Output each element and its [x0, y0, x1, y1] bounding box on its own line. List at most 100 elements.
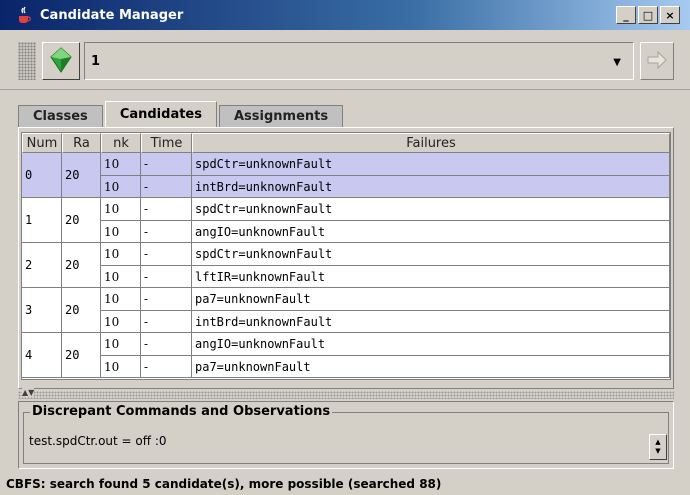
cell-failure: intBrd=unknownFault: [192, 311, 670, 332]
java-cup-icon: [14, 5, 34, 25]
header-num[interactable]: Num: [22, 133, 62, 153]
failure-list: 10- spdCtr=unknownFault 10- intBrd=unknownF…: [101, 153, 670, 197]
cell-num: 4: [22, 333, 62, 377]
cell-failure: spdCtr=unknownFault: [192, 153, 670, 175]
minimize-button[interactable]: _: [616, 6, 636, 24]
failure-row[interactable]: 10- intBrd=unknownFault: [101, 175, 670, 197]
header-time[interactable]: Time: [141, 133, 192, 153]
table-row[interactable]: 3 20 10- pa7=unknownFault 10- intBrd=unknownF…: [22, 288, 670, 333]
cell-time: -: [141, 243, 192, 265]
tab-classes[interactable]: Classes: [18, 105, 103, 127]
failure-list: 10- spdCtr=unknownFault 10- angIO=unknownFa…: [101, 198, 670, 242]
cell-rank: 20: [62, 333, 101, 377]
title-bar[interactable]: Candidate Manager _ □ ×: [0, 0, 690, 30]
discrepant-value[interactable]: test.spdCtr.out = off :0: [29, 434, 167, 448]
next-button[interactable]: [640, 42, 674, 80]
cell-failure: pa7=unknownFault: [192, 356, 670, 377]
discrepant-title: Discrepant Commands and Observations: [30, 404, 333, 419]
cell-failure: angIO=unknownFault: [192, 221, 670, 242]
cell-failure: pa7=unknownFault: [192, 288, 670, 310]
failure-row[interactable]: 10- pa7=unknownFault: [101, 288, 670, 310]
cell-time: -: [141, 176, 192, 197]
failure-row[interactable]: 10- spdCtr=unknownFault: [101, 198, 670, 220]
cell-nk: 10: [101, 288, 141, 310]
spinner-up-icon[interactable]: ▲: [655, 438, 660, 447]
cell-time: -: [141, 198, 192, 220]
cell-num: 0: [22, 153, 62, 197]
tab-assignments[interactable]: Assignments: [219, 105, 344, 127]
failure-row[interactable]: 10- intBrd=unknownFault: [101, 310, 670, 332]
cell-rank: 20: [62, 153, 101, 197]
table-row[interactable]: 0 20 10- spdCtr=unknownFault 10- intBrd=unkno…: [22, 153, 670, 198]
maximize-button[interactable]: □: [638, 6, 658, 24]
cell-time: -: [141, 356, 192, 377]
cell-time: -: [141, 221, 192, 242]
cell-nk: 10: [101, 221, 141, 242]
tab-candidates[interactable]: Candidates: [104, 101, 217, 127]
table-row[interactable]: 2 20 10- spdCtr=unknownFault 10- lftIR=unknow…: [22, 243, 670, 288]
failure-row[interactable]: 10- angIO=unknownFault: [101, 333, 670, 355]
header-rank-part1[interactable]: Ra: [62, 133, 101, 153]
candidates-table: Num Ra nk Time Failures 0 20 10- spdCtr=unk…: [21, 132, 671, 380]
cell-time: -: [141, 333, 192, 355]
failure-list: 10- spdCtr=unknownFault 10- lftIR=unknownFa…: [101, 243, 670, 287]
table-body: 0 20 10- spdCtr=unknownFault 10- intBrd=unkno…: [22, 153, 670, 378]
cell-nk: 10: [101, 243, 141, 265]
failure-list: 10- pa7=unknownFault 10- intBrd=unknownFaul…: [101, 288, 670, 332]
maximize-icon: □: [642, 8, 654, 22]
combo-value: 1: [91, 53, 101, 69]
chevron-down-icon[interactable]: ▼: [613, 57, 621, 68]
close-button[interactable]: ×: [660, 6, 680, 24]
green-gem-icon: [50, 46, 72, 76]
failure-row[interactable]: 10- angIO=unknownFault: [101, 220, 670, 242]
cell-nk: 10: [101, 333, 141, 355]
cell-num: 1: [22, 198, 62, 242]
arrow-right-icon: [646, 49, 668, 74]
header-rank-part2[interactable]: nk: [101, 133, 141, 153]
table-row[interactable]: 1 20 10- spdCtr=unknownFault 10- angIO=unknow…: [22, 198, 670, 243]
split-arrows-icon[interactable]: ▲▼: [22, 388, 35, 397]
cell-time: -: [141, 311, 192, 332]
split-divider[interactable]: ▲▼: [18, 388, 674, 399]
cell-nk: 10: [101, 176, 141, 197]
cell-nk: 10: [101, 311, 141, 332]
window-title: Candidate Manager: [40, 7, 184, 23]
cell-failure: spdCtr=unknownFault: [192, 198, 670, 220]
header-failures[interactable]: Failures: [192, 133, 670, 153]
cell-nk: 10: [101, 266, 141, 287]
cell-failure: spdCtr=unknownFault: [192, 243, 670, 265]
discrepant-panel: Discrepant Commands and Observations tes…: [18, 401, 674, 469]
spinner-down-icon[interactable]: ▼: [655, 447, 660, 456]
table-header: Num Ra nk Time Failures: [22, 133, 670, 153]
cell-failure: intBrd=unknownFault: [192, 176, 670, 197]
cell-rank: 20: [62, 243, 101, 287]
status-bar: CBFS: search found 5 candidate(s), more …: [0, 473, 690, 495]
cell-num: 2: [22, 243, 62, 287]
cell-rank: 20: [62, 288, 101, 332]
cell-time: -: [141, 288, 192, 310]
cell-failure: lftIR=unknownFault: [192, 266, 670, 287]
toolbar: 1 ▼: [0, 30, 690, 90]
cell-time: -: [141, 153, 192, 175]
cell-failure: angIO=unknownFault: [192, 333, 670, 355]
status-text: CBFS: search found 5 candidate(s), more …: [6, 477, 442, 491]
table-row[interactable]: 4 20 10- angIO=unknownFault 10- pa7=unknownFa…: [22, 333, 670, 378]
failure-row[interactable]: 10- spdCtr=unknownFault: [101, 153, 670, 175]
minimize-icon: _: [623, 8, 629, 22]
cell-num: 3: [22, 288, 62, 332]
failure-row[interactable]: 10- pa7=unknownFault: [101, 355, 670, 377]
cell-time: -: [141, 266, 192, 287]
search-button[interactable]: [42, 42, 80, 80]
toolbar-grip[interactable]: [18, 42, 36, 80]
failure-row[interactable]: 10- spdCtr=unknownFault: [101, 243, 670, 265]
failure-list: 10- angIO=unknownFault 10- pa7=unknownFault: [101, 333, 670, 377]
discrepant-spinner[interactable]: ▲ ▼: [649, 434, 667, 460]
close-icon: ×: [665, 8, 675, 22]
candidates-panel: Num Ra nk Time Failures 0 20 10- spdCtr=unk…: [18, 127, 674, 389]
candidate-combo[interactable]: 1 ▼: [84, 42, 634, 80]
cell-nk: 10: [101, 356, 141, 377]
cell-rank: 20: [62, 198, 101, 242]
cell-nk: 10: [101, 198, 141, 220]
failure-row[interactable]: 10- lftIR=unknownFault: [101, 265, 670, 287]
cell-nk: 10: [101, 153, 141, 175]
